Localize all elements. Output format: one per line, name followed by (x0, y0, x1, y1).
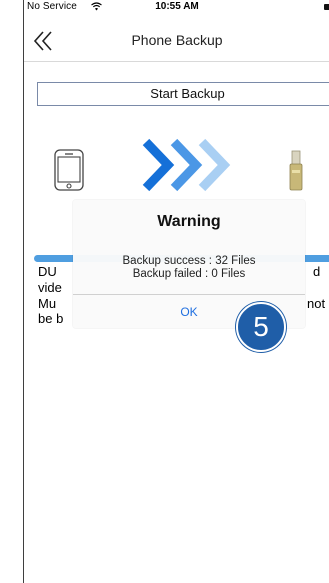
info-line-4-left: be b (38, 311, 64, 326)
arrows-icon (142, 138, 231, 192)
dialog-message: Backup success : 32 Files Backup failed … (73, 255, 305, 281)
info-line-3-left: Mu (38, 296, 57, 311)
start-backup-button[interactable]: Start Backup (37, 82, 329, 106)
info-line-1-left: DU (38, 264, 57, 279)
dialog-title: Warning (157, 213, 221, 230)
info-line-3-right: not (307, 296, 326, 311)
status-time: 10:55 AM (155, 1, 199, 12)
status-bar: No Service 10:55 AM (24, 0, 329, 16)
info-line-2-left: vide (38, 280, 62, 295)
page-title: Phone Backup (131, 32, 223, 48)
backup-success-count: Backup success : 32 Files (122, 255, 256, 267)
info-line-1-right: d (313, 264, 321, 279)
battery-icon (324, 4, 329, 10)
phone-screen: No Service 10:55 AM Phone Backup Start B… (23, 0, 329, 583)
phone-icon (54, 149, 84, 191)
nav-bar: Phone Backup (24, 16, 329, 62)
usb-drive-icon (289, 150, 303, 191)
backup-failed-count: Backup failed : 0 Files (132, 268, 246, 280)
step-number-badge: 5 (236, 302, 286, 352)
